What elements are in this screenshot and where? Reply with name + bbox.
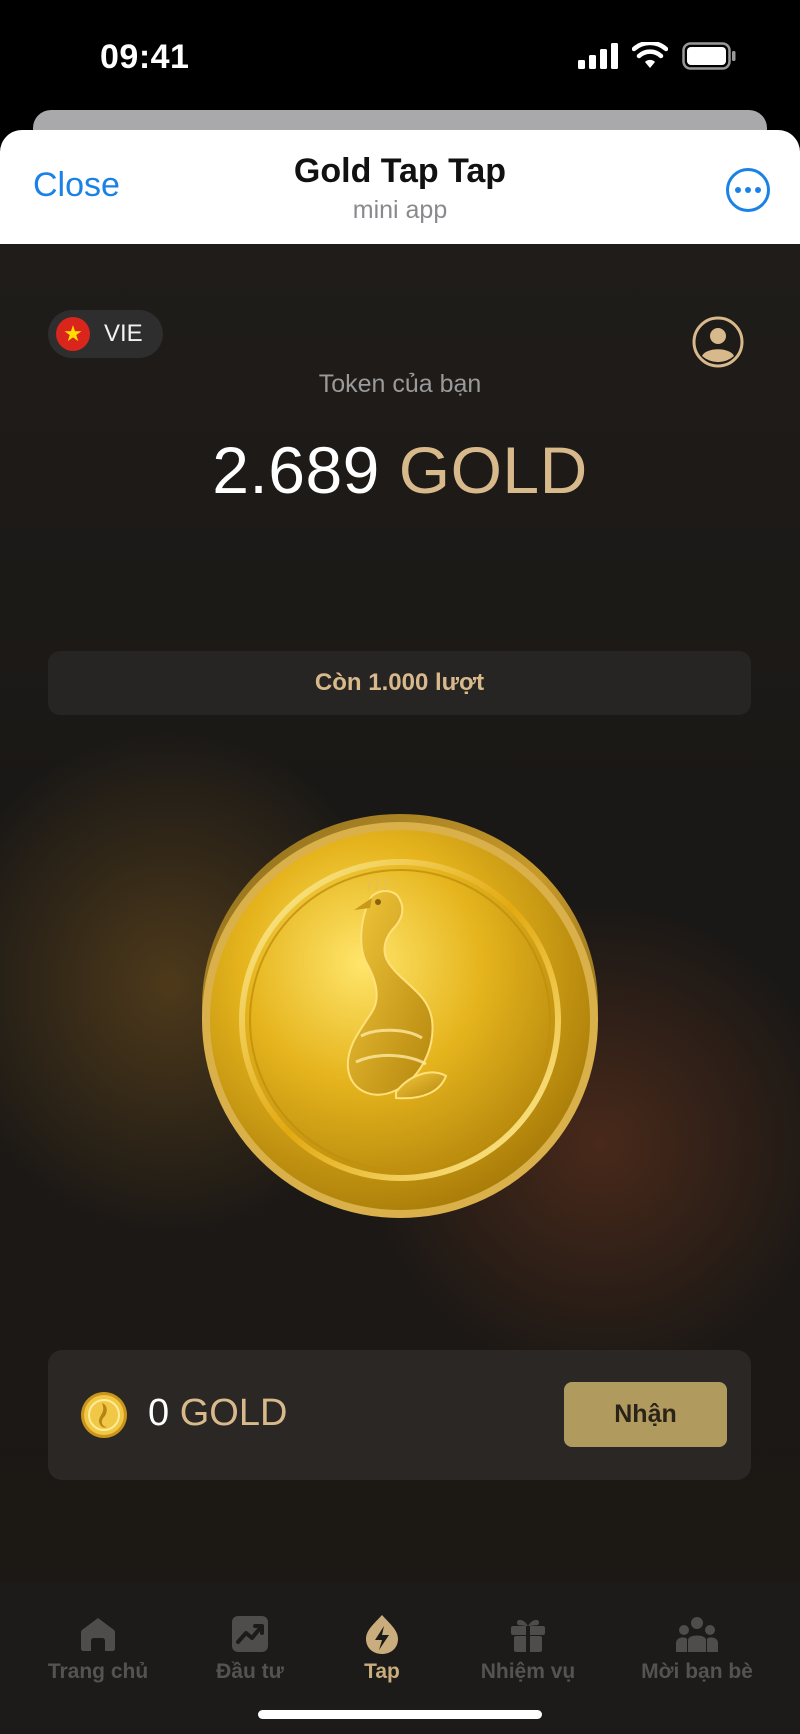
- profile-icon[interactable]: [692, 316, 744, 368]
- nav-item-invite-friends[interactable]: Mời bạn bè: [627, 1612, 767, 1684]
- balance-unit: GOLD: [398, 433, 588, 507]
- small-gold-coin-icon: [81, 1392, 127, 1438]
- app-title: Gold Tap Tap: [293, 152, 507, 190]
- status-bar: 09:41: [0, 0, 800, 110]
- more-dot: [755, 187, 761, 193]
- token-balance: 2.689 GOLD: [0, 432, 800, 508]
- remaining-taps-banner: Còn 1.000 lượt: [48, 651, 751, 715]
- app-subtitle: mini app: [352, 196, 448, 224]
- nav-item-home[interactable]: Trang chủ: [28, 1612, 168, 1684]
- claim-amount-value: 0: [148, 1392, 170, 1434]
- more-dot: [745, 187, 751, 193]
- gold-coin-tap-button[interactable]: [196, 806, 604, 1226]
- vietnam-flag-icon: ★: [56, 317, 90, 351]
- status-time: 09:41: [100, 38, 190, 76]
- more-options-button[interactable]: [726, 168, 770, 212]
- nav-item-tap[interactable]: Tap: [312, 1612, 452, 1684]
- status-icons: [578, 42, 736, 70]
- home-icon: [81, 1618, 115, 1651]
- claim-amount: 0 GOLD: [148, 1392, 287, 1435]
- language-selector[interactable]: ★ VIE: [48, 310, 163, 358]
- nav-item-invest[interactable]: Đầu tư: [180, 1612, 320, 1684]
- battery-icon: [682, 42, 736, 70]
- token-label: Token của bạn: [318, 370, 482, 398]
- chart-icon: [232, 1616, 268, 1652]
- claim-button[interactable]: Nhận: [564, 1382, 727, 1447]
- tap-screen: ★ VIE Token của bạn 2.689 GOLD Còn 1.000…: [0, 244, 800, 1734]
- nav-label-invite-friends: Mời bạn bè: [641, 1660, 753, 1683]
- more-dots-icon: [735, 187, 741, 193]
- nav-label-invest: Đầu tư: [216, 1660, 284, 1683]
- balance-value: 2.689: [212, 433, 380, 507]
- nav-label-tap: Tap: [364, 1660, 400, 1683]
- friends-icon: [676, 1617, 718, 1652]
- nav-item-tasks[interactable]: Nhiệm vụ: [458, 1612, 598, 1684]
- nav-label-home: Trang chủ: [47, 1660, 149, 1683]
- mini-app-header: Close Gold Tap Tap mini app: [0, 130, 800, 244]
- wifi-icon: [632, 42, 668, 68]
- nav-label-tasks: Nhiệm vụ: [480, 1660, 576, 1683]
- gift-icon: [511, 1619, 545, 1652]
- claim-amount-unit: GOLD: [179, 1392, 288, 1434]
- signal-icon: [578, 43, 618, 69]
- home-indicator: [258, 1710, 542, 1719]
- tap-icon: [366, 1615, 398, 1654]
- language-code: VIE: [104, 320, 143, 347]
- claim-card: 0 GOLD Nhận: [48, 1350, 751, 1480]
